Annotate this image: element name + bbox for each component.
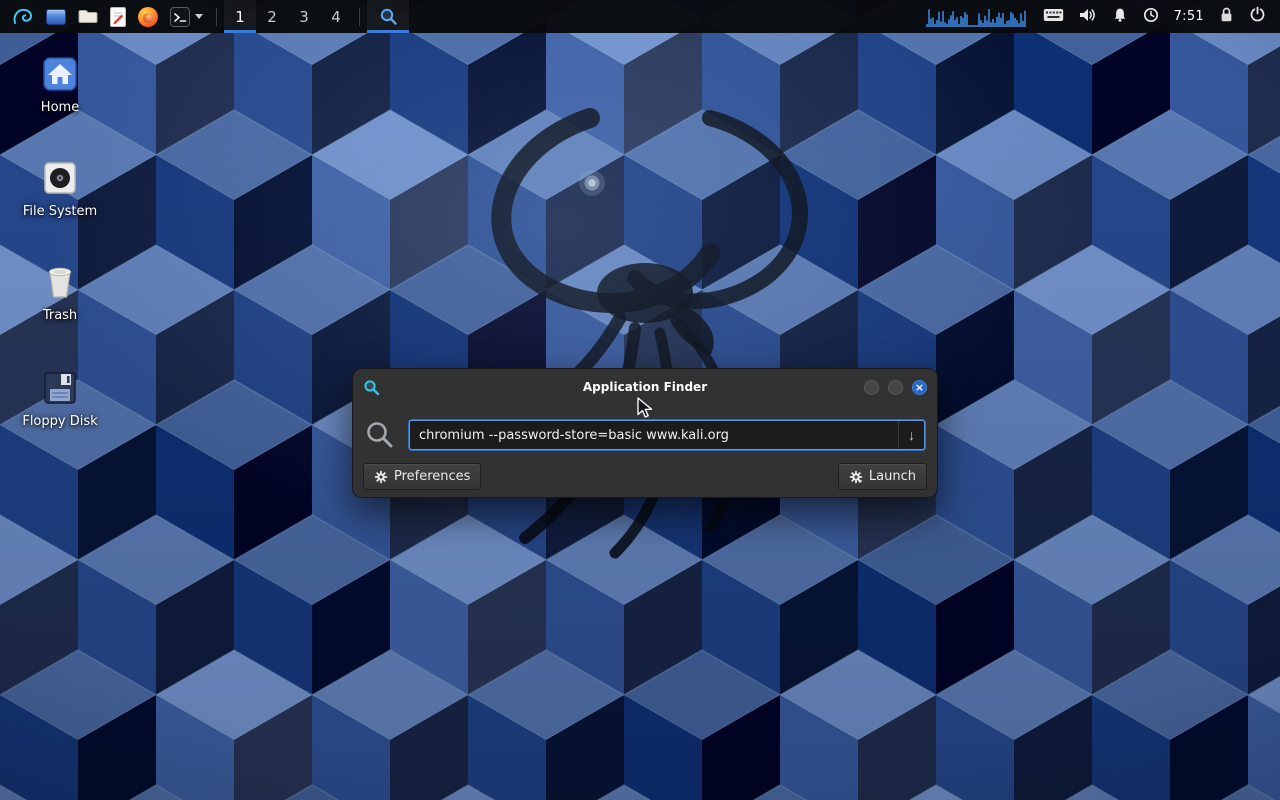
notifications-button[interactable] [1112, 7, 1128, 27]
launcher-text-editor[interactable] [104, 0, 132, 33]
bell-icon [1112, 7, 1128, 23]
system-load-graph[interactable] [926, 7, 1028, 27]
panel-separator [216, 8, 217, 26]
file-manager-icon [46, 9, 66, 25]
gear-icon [374, 470, 388, 484]
applications-menu-button[interactable] [4, 0, 40, 33]
trash-icon [44, 264, 76, 300]
workspace-button-2[interactable]: 2 [256, 0, 288, 33]
application-finder-icon [363, 379, 380, 396]
history-dropdown-button[interactable]: ↓ [898, 421, 924, 449]
home-icon [42, 56, 78, 92]
command-input[interactable] [409, 420, 925, 450]
dialog-buttons-row: Preferences Launch [353, 463, 937, 490]
preferences-label: Preferences [394, 469, 470, 484]
folder-icon [78, 8, 98, 25]
power-icon [1249, 6, 1266, 23]
launch-label: Launch [869, 469, 916, 484]
minimize-button[interactable] [864, 380, 879, 395]
firefox-icon [138, 7, 158, 27]
desktop-icon-trash[interactable]: Trash [12, 264, 108, 323]
status-tray-button[interactable] [1143, 7, 1159, 27]
workspace-button-4[interactable]: 4 [320, 0, 352, 33]
panel-separator [359, 8, 360, 26]
desktop-icon-home[interactable]: Home [12, 56, 108, 115]
window-title: Application Finder [353, 380, 937, 394]
chevron-down-icon [195, 14, 203, 19]
text-editor-icon [110, 7, 126, 27]
search-icon [365, 420, 395, 450]
volume-button[interactable] [1079, 7, 1097, 27]
launcher-file-manager[interactable] [40, 0, 72, 33]
application-finder-window: Application Finder × ↓ [352, 368, 938, 498]
lock-icon [1219, 6, 1234, 23]
top-panel: 1 2 3 4 [0, 0, 1280, 33]
search-row: ↓ [353, 420, 937, 450]
desktop-icon-floppy-disk[interactable]: Floppy Disk [12, 370, 108, 429]
file-system-icon [42, 160, 78, 196]
lock-screen-button[interactable] [1219, 6, 1234, 27]
maximize-button[interactable] [888, 380, 903, 395]
launcher-firefox[interactable] [132, 0, 164, 33]
tray-status-icon [1143, 7, 1159, 23]
desktop-icon-label: File System [23, 205, 97, 219]
keyboard-indicator[interactable] [1043, 7, 1064, 26]
taskbar-application-finder[interactable] [367, 0, 409, 33]
desktop: 1 2 3 4 [0, 0, 1280, 800]
launch-button[interactable]: Launch [838, 463, 927, 490]
launcher-terminal[interactable] [164, 0, 209, 33]
panel-tray: 7:51 [926, 6, 1276, 27]
workspace-button-1[interactable]: 1 [224, 0, 256, 33]
titlebar[interactable]: Application Finder × [353, 369, 937, 405]
workspace-button-3[interactable]: 3 [288, 0, 320, 33]
terminal-icon [170, 7, 190, 27]
desktop-icon-label: Home [41, 101, 79, 115]
desktop-icon-label: Trash [43, 309, 77, 323]
command-input-wrap: ↓ [409, 420, 925, 450]
search-icon [379, 7, 398, 26]
close-button[interactable]: × [912, 380, 927, 395]
keyboard-icon [1043, 8, 1064, 22]
desktop-icon-file-system[interactable]: File System [12, 160, 108, 219]
clock[interactable]: 7:51 [1174, 9, 1204, 24]
window-controls: × [864, 380, 927, 395]
power-button[interactable] [1249, 6, 1266, 27]
speaker-icon [1079, 7, 1097, 23]
preferences-button[interactable]: Preferences [363, 463, 481, 490]
floppy-disk-icon [42, 370, 78, 406]
kali-logo-icon [10, 5, 34, 29]
launcher-files[interactable] [72, 0, 104, 33]
launch-icon [849, 470, 863, 484]
desktop-icon-label: Floppy Disk [22, 415, 97, 429]
